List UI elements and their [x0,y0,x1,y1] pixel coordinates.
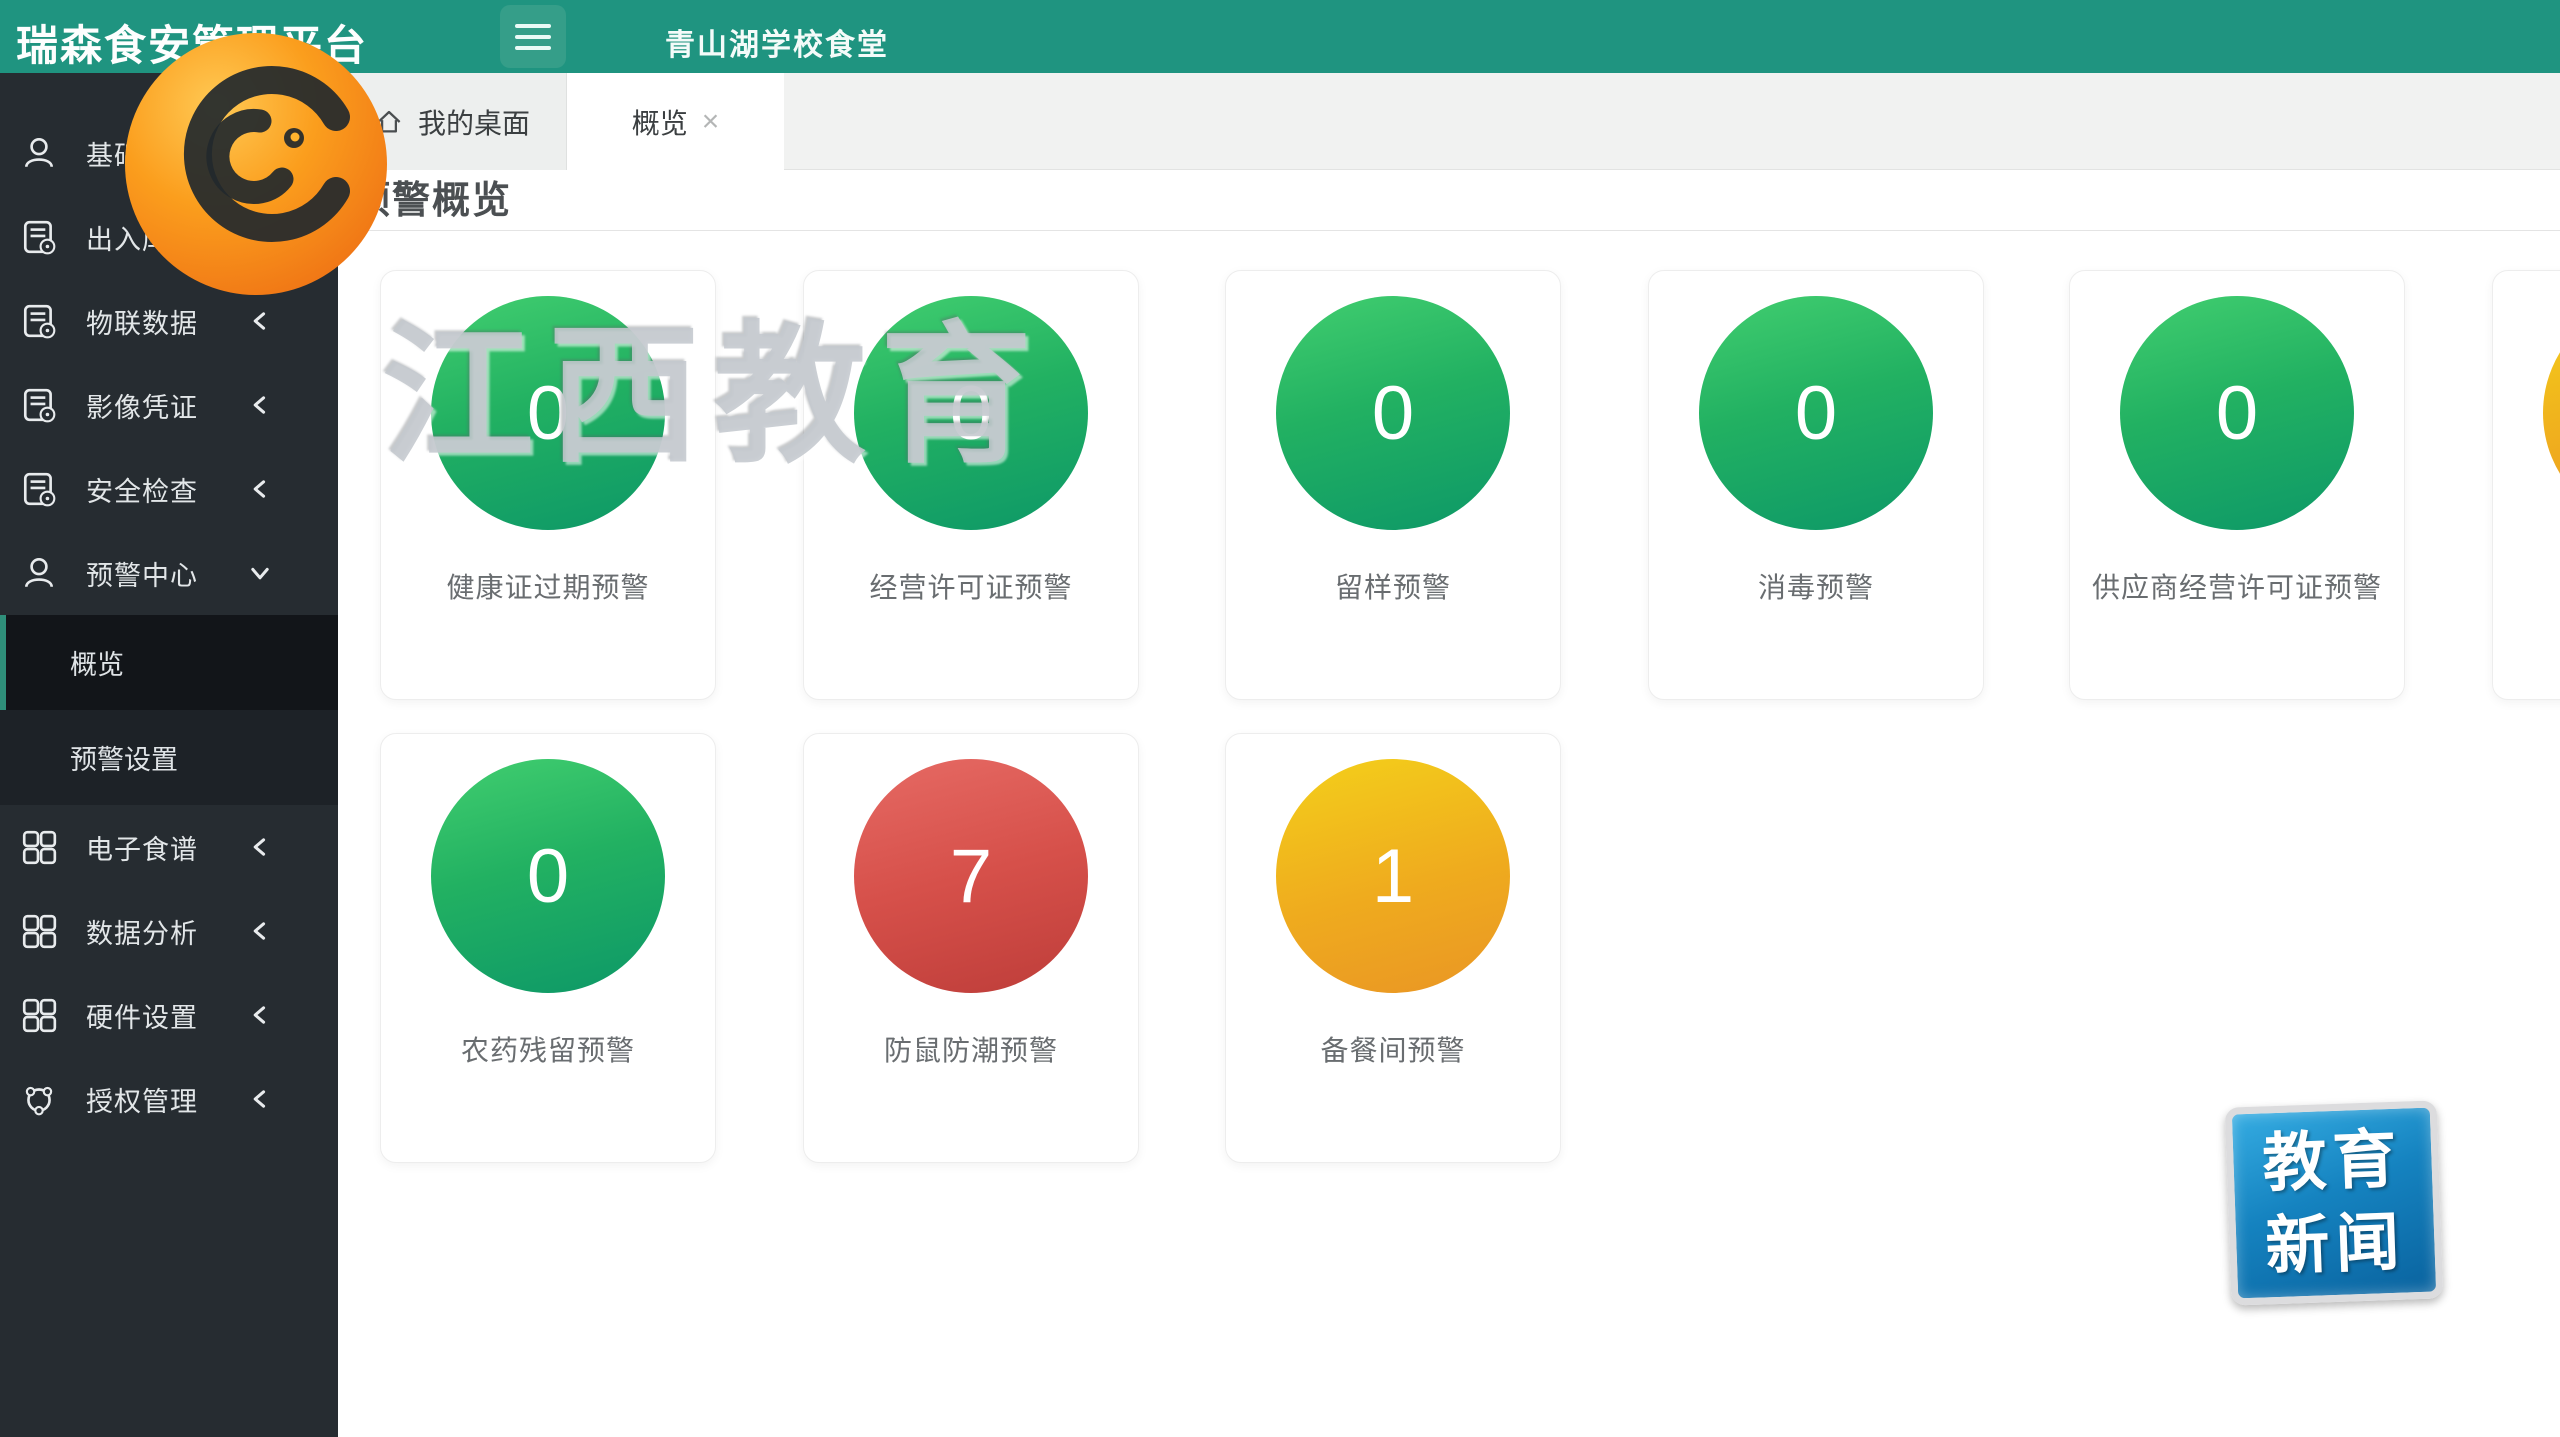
sidebar-subitem-label: 概览 [70,643,124,682]
canteen-name: 青山湖学校食堂 [665,20,889,64]
warning-card-label: 健康证过期预警 [381,566,715,606]
sidebar-item-image-vouchers[interactable]: 影像凭证 [0,363,338,447]
sidebar-item-label: 硬件设置 [86,996,248,1035]
sidebar-item-warning-center[interactable]: 预警中心 [0,531,338,615]
sidebar-item-label: 数据分析 [86,912,248,951]
sidebar-item-e-menu[interactable]: 电子食谱 [0,805,338,889]
sidebar-item-basic-archives[interactable]: 基础档案 [0,111,338,195]
warning-count: 0 [1372,370,1414,457]
main-content: 预警概览 0 健康证过期预警 0 经营许可证预警 0 留样预警 0 消毒预警 0… [338,170,2560,1437]
home-icon [374,107,404,137]
chevron-left-icon [248,1087,272,1111]
warning-card-sample-retention[interactable]: 0 留样预警 [1225,270,1561,700]
warning-count: 0 [950,370,992,457]
top-header: 瑞森食安管理平台 青山湖学校食堂 [0,0,2560,73]
sidebar-subitem-label: 预警设置 [70,738,178,777]
sidebar-item-label: 物联数据 [86,302,248,341]
app-window: 瑞森食安管理平台 青山湖学校食堂 基础档案 出入库 物联数据 [0,0,2560,1437]
warning-count: 1 [1372,833,1414,920]
sidebar-item-label: 预警中心 [86,554,248,593]
warning-card-label: 农药残留预警 [381,1029,715,1069]
grid-icon [20,828,58,866]
warning-card-health-certificate[interactable]: 0 健康证过期预警 [380,270,716,700]
warning-count: 7 [950,833,992,920]
warning-card-label: 防鼠防潮预警 [804,1029,1138,1069]
warning-card-disinfection[interactable]: 0 消毒预警 [1648,270,1984,700]
user-icon [20,134,58,172]
tab-bar: 我的桌面 概览 × [338,73,2560,170]
sidebar-item-label: 授权管理 [86,1080,248,1119]
warning-card-meal-prep-room[interactable]: 1 备餐间预警 [1225,733,1561,1163]
sidebar-toggle-button[interactable] [500,5,566,68]
sidebar-item-label: 基础档案 [86,134,248,173]
warning-card-label: 供应商经营许可证预警 [2070,566,2404,606]
warning-count-circle: 0 [1699,296,1933,530]
sidebar-item-hardware-settings[interactable]: 硬件设置 [0,973,338,1057]
sidebar-item-data-analysis[interactable]: 数据分析 [0,889,338,973]
warning-count-circle: 0 [2120,296,2354,530]
warning-count-circle: 1 [1276,759,1510,993]
sidebar-item-label: 影像凭证 [86,386,248,425]
grid-icon [20,912,58,950]
warning-card-business-license[interactable]: 0 经营许可证预警 [803,270,1139,700]
warning-count-circle: 0 [431,759,665,993]
warning-card-label: 备餐间预警 [1226,1029,1560,1069]
hamburger-icon [515,24,551,28]
chevron-left-icon [248,309,272,333]
warning-count: 0 [527,370,569,457]
sidebar-item-in-out-warehouse[interactable]: 出入库 [0,195,338,279]
app-title: 瑞森食安管理平台 [16,12,368,73]
sidebar-item-label: 电子食谱 [86,828,248,867]
chevron-left-icon [248,393,272,417]
user-icon [20,554,58,592]
document-icon [20,302,58,340]
tab-my-desktop[interactable]: 我的桌面 [338,73,567,170]
warning-card-rodent-moisture[interactable]: 7 防鼠防潮预警 [803,733,1139,1163]
warning-center-submenu: 概览 预警设置 [0,615,338,805]
warning-card-label: 经营许可证预警 [804,566,1138,606]
sidebar-item-label: 安全检查 [86,470,248,509]
warning-count: 0 [1795,370,1837,457]
warning-count-circle: 0 [1276,296,1510,530]
close-icon[interactable]: × [702,107,720,137]
sidebar: 基础档案 出入库 物联数据 影像凭证 安全检查 [0,73,338,1437]
warning-card-supplier-license[interactable]: 0 供应商经营许可证预警 [2069,270,2405,700]
tab-overview[interactable]: 概览 × [567,73,784,171]
chevron-down-icon [248,561,272,585]
document-icon [20,470,58,508]
chevron-left-icon [248,225,272,249]
warning-card-pesticide-residue[interactable]: 0 农药残留预警 [380,733,716,1163]
warning-count: 0 [2216,370,2258,457]
chevron-left-icon [248,919,272,943]
warning-card-label: 消毒预警 [1649,566,1983,606]
warning-count-circle: 7 [854,759,1088,993]
page-title-row: 预警概览 [338,170,2560,231]
warning-count-circle: 0 [431,296,665,530]
chevron-left-icon [248,141,272,165]
chevron-left-icon [248,835,272,859]
sidebar-item-safety-inspection[interactable]: 安全检查 [0,447,338,531]
page-title: 预警概览 [352,169,512,230]
ring-icon [20,1080,58,1118]
document-icon [20,218,58,256]
sidebar-subitem-overview[interactable]: 概览 [0,615,338,710]
warning-card-partial[interactable] [2492,270,2560,700]
tab-label: 概览 [632,102,688,142]
warning-count: 0 [527,833,569,920]
document-icon [20,386,58,424]
warning-count-circle [2543,296,2560,530]
grid-icon [20,996,58,1034]
chevron-left-icon [248,477,272,501]
chevron-left-icon [248,1003,272,1027]
warning-card-label: 留样预警 [1226,566,1560,606]
sidebar-item-label: 出入库 [86,218,248,257]
warning-count-circle: 0 [854,296,1088,530]
sidebar-subitem-warning-settings[interactable]: 预警设置 [0,710,338,805]
sidebar-item-iot-data[interactable]: 物联数据 [0,279,338,363]
tab-label: 我的桌面 [418,102,530,142]
sidebar-item-authorization[interactable]: 授权管理 [0,1057,338,1141]
